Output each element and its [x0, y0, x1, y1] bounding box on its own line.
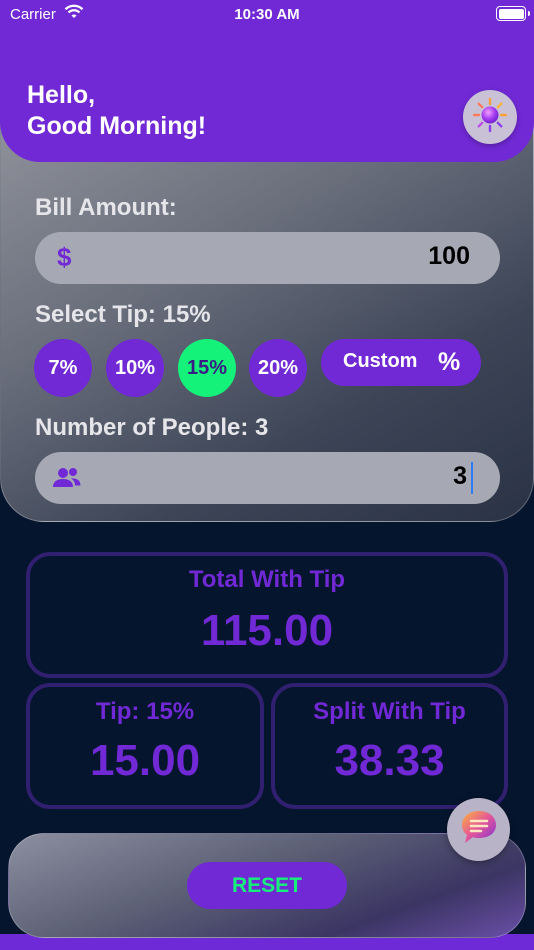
text-caret: [471, 462, 473, 494]
chat-button[interactable]: [447, 798, 510, 861]
people-count-value: 3: [453, 462, 467, 490]
status-bar: Carrier 10:30 AM: [0, 0, 534, 30]
people-count-label: Number of People: 3: [35, 414, 269, 441]
total-with-tip-value: 115.00: [200, 606, 334, 655]
people-icon: [52, 466, 82, 495]
clock: 10:30 AM: [234, 6, 300, 23]
greeting: Hello, Good Morning!: [27, 80, 206, 142]
theme-toggle-button[interactable]: [463, 90, 517, 144]
greeting-line-2: Good Morning!: [27, 112, 207, 140]
greeting-line-1: Hello,: [27, 81, 96, 109]
battery-icon: [496, 6, 530, 21]
split-with-tip-box: Split With Tip 38.33: [271, 683, 508, 809]
tip-amount-title: Tip: 15%: [95, 698, 195, 725]
total-with-tip-box: Total With Tip 115.00: [26, 552, 508, 678]
dollar-icon: $: [57, 242, 72, 272]
reset-button[interactable]: RESET: [187, 862, 347, 909]
tip-option-10[interactable]: 10%: [106, 339, 164, 397]
custom-tip-label: Custom: [343, 350, 418, 372]
tip-amount-value: 15.00: [89, 736, 201, 785]
header: Carrier 10:30 AM Hello, Good Morning!: [0, 0, 534, 162]
select-tip-label: Select Tip: 15%: [35, 301, 211, 328]
split-with-tip-value: 38.33: [334, 736, 445, 785]
split-with-tip-title: Split With Tip: [313, 698, 466, 725]
chat-bubble-icon: [459, 808, 499, 851]
custom-tip-button[interactable]: Custom %: [321, 339, 481, 386]
total-with-tip-title: Total With Tip: [188, 566, 346, 593]
percent-icon: %: [438, 348, 461, 376]
sun-icon: [472, 97, 508, 138]
tip-option-15[interactable]: 15%: [178, 339, 236, 397]
tip-amount-box: Tip: 15% 15.00: [26, 683, 264, 809]
bill-amount-label: Bill Amount:: [35, 194, 177, 221]
bill-amount-value: 100: [428, 242, 470, 270]
tip-option-20[interactable]: 20%: [249, 339, 307, 397]
people-count-field[interactable]: 3: [35, 452, 500, 504]
bill-amount-field[interactable]: $ 100: [35, 232, 500, 284]
tip-option-7[interactable]: 7%: [34, 339, 92, 397]
